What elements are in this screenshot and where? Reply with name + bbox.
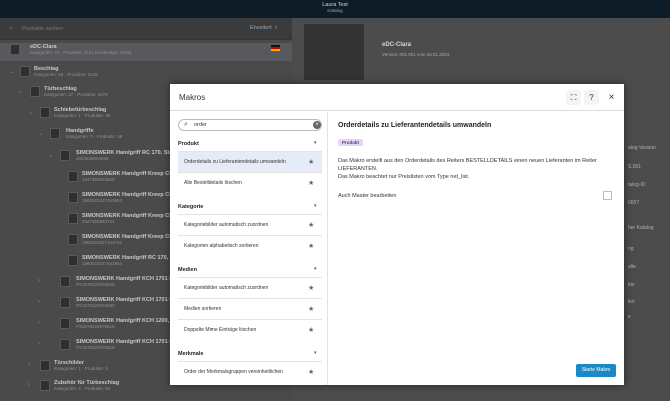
group-header-merkmale[interactable]: Merkmale ▾ (178, 349, 322, 360)
product-image-icon (68, 213, 78, 224)
macro-search-value[interactable]: order (194, 122, 207, 128)
field-label: talog-ID (628, 182, 646, 188)
star-icon[interactable]: ★ (308, 242, 314, 250)
category-image-icon (40, 380, 50, 391)
category-image-icon (40, 360, 50, 371)
macro-list: ⌕ order × Produkt ▾ Orderdetails zu Lief… (175, 117, 325, 377)
chevron-down-icon[interactable]: ▾ (314, 266, 317, 272)
star-icon[interactable]: ★ (308, 305, 314, 313)
category-image-icon (40, 107, 50, 118)
field-value: S.001 (628, 164, 642, 170)
macro-item[interactable]: Kategoriebilder automatisch zuordnen ★ (178, 277, 322, 298)
product-image-icon (60, 276, 70, 287)
category-image-icon (50, 128, 60, 139)
group-header-produkt[interactable]: Produkt ▾ (178, 139, 322, 150)
star-icon[interactable]: ★ (308, 368, 314, 376)
user-subtitle: Katalog (327, 8, 343, 13)
category-image-icon (20, 66, 30, 77)
macro-title: Orderdetails zu Lieferantendetails umwan… (338, 122, 492, 129)
field-label: e (628, 314, 631, 320)
macro-search-input[interactable]: ⌕ order × (178, 119, 322, 131)
clear-search-icon[interactable]: × (313, 121, 321, 129)
extended-search-link[interactable]: Erweitert (250, 25, 272, 31)
field-label: kte (628, 282, 635, 288)
chevron-down-icon[interactable]: ⌄ (28, 109, 33, 116)
chevron-right-icon[interactable]: › (38, 299, 40, 305)
edit-master-label: Auch Master bearbeiten (338, 193, 397, 199)
chevron-down-icon[interactable]: ▾ (314, 140, 317, 146)
start-macro-button[interactable]: Starte Makro (576, 364, 616, 377)
search-icon: ⌕ (184, 121, 188, 128)
top-bar: Laura Test Katalog (0, 0, 670, 18)
macro-detail: Orderdetails zu Lieferantendetails umwan… (338, 117, 618, 377)
panel-divider (327, 112, 328, 385)
star-icon[interactable]: ★ (308, 284, 314, 292)
product-image-icon (60, 339, 70, 350)
tree-search-bar: ⌕ Produkte suchen Erweitert ‹ (0, 18, 292, 40)
product-image-icon (68, 234, 78, 245)
star-icon[interactable]: ★ (308, 221, 314, 229)
chevron-down-icon[interactable]: ▾ (314, 203, 317, 209)
product-image-icon (68, 255, 78, 266)
macro-item[interactable]: Medien sortieren ★ (178, 298, 322, 319)
tree-search-input[interactable]: Produkte suchen (22, 26, 63, 32)
chevron-right-icon[interactable]: › (38, 278, 40, 284)
macro-item[interactable]: Kategorien alphabetisch sortieren ★ (178, 235, 322, 256)
macro-item[interactable]: Doppelte Mime Einträge löschen ★ (178, 319, 322, 340)
macro-item[interactable]: Kategoriebilder automatisch zuordnen ★ (178, 214, 322, 235)
chevron-down-icon[interactable]: ⌄ (9, 68, 14, 75)
chevron-right-icon[interactable]: › (28, 382, 30, 388)
expand-icon[interactable]: ⛶ (566, 90, 581, 105)
macro-description: Das Makro erstellt aus den Orderdetails … (338, 158, 597, 180)
chevron-down-icon[interactable]: ▾ (314, 350, 317, 356)
help-icon[interactable]: ? (584, 90, 599, 105)
chevron-down-icon[interactable]: ⌄ (48, 152, 53, 159)
star-icon[interactable]: ★ (308, 158, 314, 166)
product-image-icon (68, 192, 78, 203)
product-image-icon (60, 297, 70, 308)
macro-item[interactable]: Alle Bestelldetails löschen ★ (178, 172, 322, 193)
product-image-placeholder (304, 24, 364, 80)
field-label: len (628, 299, 635, 305)
product-title: eDC-Clara (382, 42, 412, 48)
tree-row-root[interactable]: eDC-Clara Kategorien: 73 · Produkte: 415… (0, 43, 292, 61)
category-image-icon (30, 86, 40, 97)
german-flag-icon (271, 45, 280, 51)
field-label: ng (628, 246, 634, 252)
field-label[interactable]: her Katalog (628, 225, 654, 231)
star-icon[interactable]: ★ (308, 179, 314, 187)
user-name[interactable]: Laura Test (0, 0, 670, 8)
collapse-panel-icon[interactable]: ‹ (275, 24, 277, 31)
edit-master-checkbox[interactable] (603, 191, 612, 200)
chevron-right-icon[interactable]: › (28, 362, 30, 368)
field-label: alte (628, 264, 637, 270)
chevron-right-icon[interactable]: › (38, 320, 40, 326)
close-icon[interactable]: × (604, 90, 619, 105)
group-header-medien[interactable]: Medien ▾ (178, 265, 322, 276)
field-label: alog-Version (628, 145, 656, 151)
chevron-down-icon[interactable]: ⌄ (38, 130, 43, 137)
macro-item[interactable]: Order der Merkmalsgruppen vereinheitlich… (178, 361, 322, 377)
catalog-image-icon (10, 44, 20, 55)
product-image-icon (60, 150, 70, 161)
chevron-right-icon[interactable]: › (38, 341, 40, 347)
field-value: 0007 (628, 200, 640, 206)
product-version: Version: 001.001 vom 26.01.2024 (382, 52, 450, 57)
macros-dialog: Makros ⛶ ? × ⌕ order × Produkt ▾ Orderde… (170, 84, 624, 385)
star-icon[interactable]: ★ (308, 326, 314, 334)
product-image-icon (68, 171, 78, 182)
product-image-icon (60, 318, 70, 329)
dialog-header: Makros ⛶ ? × (170, 84, 624, 111)
tree-row[interactable]: ⌄ Beschlag Kategorien: 56 · Produkte: 41… (0, 65, 292, 79)
chevron-down-icon[interactable]: ⌄ (18, 88, 23, 95)
macro-item[interactable]: Orderdetails zu Lieferantendetails umwan… (178, 151, 322, 172)
macro-scope-badge: Produkt (338, 139, 364, 146)
search-icon: ⌕ (9, 25, 13, 32)
dialog-title: Makros (179, 93, 206, 102)
group-header-kategorie[interactable]: Kategorie ▾ (178, 202, 322, 213)
